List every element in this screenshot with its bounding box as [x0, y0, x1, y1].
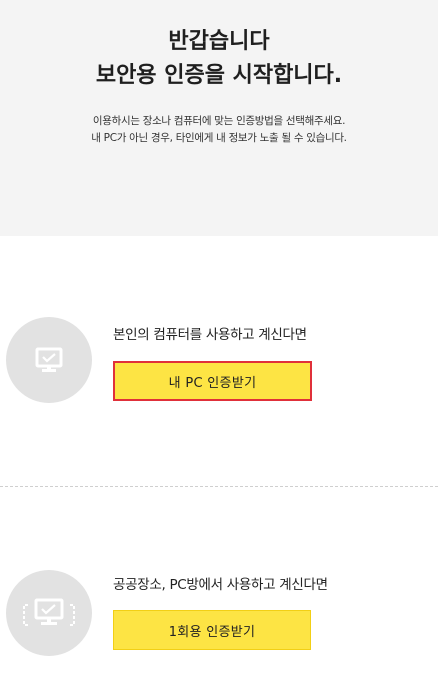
header-section: 반갑습니다 보안용 인증을 시작합니다. 이용하시는 장소나 컴퓨터에 맞는 인…: [0, 0, 438, 236]
my-pc-auth-button[interactable]: 내 PC 인증받기: [113, 361, 312, 401]
page-title: 보안용 인증을 시작합니다.: [95, 63, 343, 88]
page-title-greeting: 반갑습니다: [168, 29, 270, 54]
option-one-time-text: 공공장소, PC방에서 사용하고 계신다면: [113, 577, 328, 593]
auth-page: 반갑습니다 보안용 인증을 시작합니다. 이용하시는 장소나 컴퓨터에 맞는 인…: [0, 0, 438, 700]
description-line-2: 내 PC가 아닌 경우, 타인에게 내 정보가 노출 될 수 있습니다.: [91, 132, 347, 144]
one-time-auth-button[interactable]: 1회용 인증받기: [113, 610, 311, 650]
option-my-pc-text: 본인의 컴퓨터를 사용하고 계신다면: [113, 327, 307, 343]
shared-monitor-icon: [6, 570, 92, 656]
description-line-1: 이용하시는 장소나 컴퓨터에 맞는 인증방법을 선택해주세요.: [92, 115, 346, 127]
monitor-icon: [6, 317, 92, 403]
section-divider: [0, 486, 438, 487]
